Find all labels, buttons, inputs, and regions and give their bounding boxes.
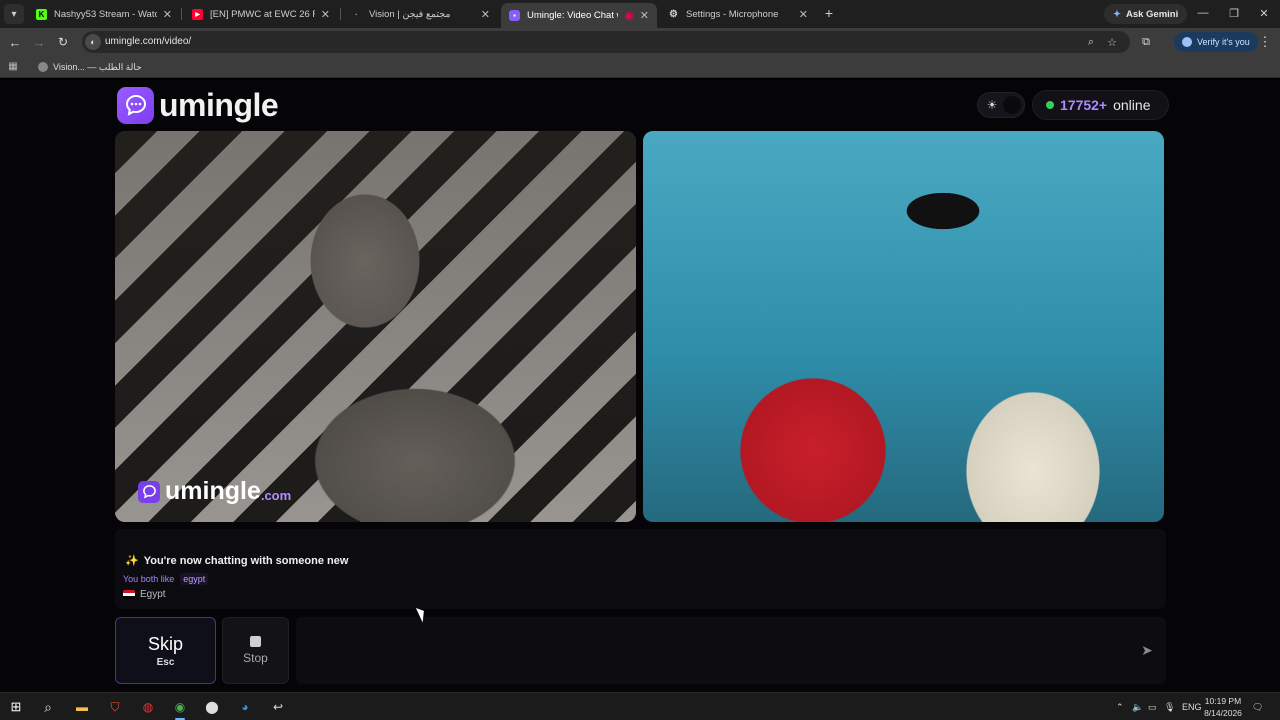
close-window-icon[interactable]: ✕ <box>1254 4 1274 22</box>
bookmark-star-icon[interactable]: ☆ <box>1104 34 1120 50</box>
speaker-icon[interactable]: 🔈 <box>1132 697 1143 717</box>
language-indicator[interactable]: ENG <box>1182 697 1202 717</box>
skip-shortcut: Esc <box>156 656 175 668</box>
umingle-logo[interactable]: umingle <box>117 86 279 124</box>
online-counter: 17752+ online <box>1032 90 1169 120</box>
forward-icon[interactable]: → <box>30 33 48 51</box>
close-tab-icon[interactable]: ✕ <box>321 8 330 21</box>
chrome-icon[interactable]: ◉ <box>170 697 190 720</box>
app-icon[interactable]: ◍ <box>138 697 158 717</box>
bookmark-favicon-icon <box>38 62 48 72</box>
search-icon[interactable]: ⌕ <box>38 697 58 717</box>
shared-interests: You both like egypt <box>123 573 209 585</box>
windows-taskbar: ⊞ ⌕ ▬ ⛉ ◍ ◉ ⬤ ◕ ↩ ⌃ 🔈 ▭ 🎙 ENG 10:19 PM 8… <box>0 692 1280 720</box>
local-video: umingle .com <box>115 131 636 522</box>
ask-gemini-button[interactable]: ✦ Ask Gemini <box>1104 4 1188 24</box>
umingle-icon: ▪ <box>509 10 520 21</box>
zoom-icon[interactable]: ⌕ <box>1083 34 1099 50</box>
tab-nashyy-stream[interactable]: K Nashyy53 Stream - Watch Live ✕ <box>28 3 180 25</box>
gear-icon: ⚙ <box>669 8 678 20</box>
egypt-flag-icon <box>123 590 135 599</box>
gemini-icon: ✦ <box>1113 8 1121 20</box>
clock[interactable]: 10:19 PM 8/14/2026 <box>1200 695 1246 719</box>
online-label: online <box>1113 97 1151 113</box>
profile-icon <box>1182 37 1192 47</box>
toggle-knob <box>1003 96 1021 114</box>
reload-icon[interactable]: ↻ <box>54 33 72 51</box>
browser-tab-strip: ▾ K Nashyy53 Stream - Watch Live ✕ ▶ [EN… <box>0 0 1280 28</box>
file-explorer-icon[interactable]: ▬ <box>72 697 92 717</box>
apps-grid-icon[interactable]: ▦ <box>6 59 20 73</box>
tab-settings-microphone[interactable]: ⚙ Settings - Microphone ✕ <box>660 3 816 25</box>
theme-toggle[interactable]: ☀ <box>977 92 1025 118</box>
online-count: 17752+ <box>1060 97 1108 113</box>
sun-icon: ☀ <box>986 98 998 112</box>
watermark-text: umingle <box>165 477 261 505</box>
bookmark-vision[interactable]: Vision... — حالة الطلب <box>38 59 142 75</box>
tab-search-icon[interactable]: ▾ <box>4 4 24 24</box>
message-input[interactable] <box>296 617 1166 684</box>
brave-icon[interactable]: ⛉ <box>105 697 125 717</box>
browser-toolbar: ← → ↻ ◐ umingle.com/video/ ⌕ ☆ ⧉ Verify … <box>0 28 1280 56</box>
address-bar[interactable]: ◐ umingle.com/video/ ⌕ ☆ <box>82 31 1130 53</box>
skip-button[interactable]: Skip Esc <box>115 617 216 684</box>
remote-video <box>643 131 1164 522</box>
site-info-icon[interactable]: ◐ <box>85 34 101 50</box>
verify-its-you-button[interactable]: Verify it's you <box>1174 32 1258 52</box>
chat-bubble-icon <box>117 86 154 124</box>
vision-icon: · <box>355 9 358 19</box>
umingle-watermark: umingle .com <box>138 477 291 506</box>
logo-text: umingle <box>159 86 279 123</box>
youtube-icon: ▶ <box>192 8 203 20</box>
extensions-icon[interactable]: ⧉ <box>1137 33 1155 51</box>
kick-icon: K <box>36 8 47 20</box>
app-arrow-icon[interactable]: ↩ <box>268 697 288 717</box>
app-blue-icon[interactable]: ◕ <box>235 697 255 717</box>
tab-umingle[interactable]: ▪ Umingle: Video Chat with S ◉ ✕ <box>501 3 657 28</box>
send-icon[interactable]: ➤ <box>1138 641 1156 659</box>
microphone-icon[interactable]: 🎙 <box>1164 697 1175 717</box>
tab-vision[interactable]: · Vision | مجتمع فيجن ✕ <box>343 3 498 25</box>
close-tab-icon[interactable]: ✕ <box>163 8 172 21</box>
close-tab-icon[interactable]: ✕ <box>799 8 808 21</box>
obs-icon[interactable]: ⬤ <box>202 697 222 717</box>
notifications-icon[interactable]: 🗨 <box>1252 697 1263 717</box>
system-message: ✨ You're now chatting with someone new <box>125 554 349 568</box>
url-text: umingle.com/video/ <box>105 36 192 47</box>
close-tab-icon[interactable]: ✕ <box>481 8 490 21</box>
sparkles-icon: ✨ <box>125 555 139 567</box>
new-tab-button[interactable]: + <box>820 4 838 22</box>
restore-icon[interactable]: ❐ <box>1224 4 1244 22</box>
watermark-suffix: .com <box>260 487 292 503</box>
chat-log: ✨ You're now chatting with someone new Y… <box>115 529 1166 609</box>
online-status-icon <box>1046 101 1054 109</box>
tab-pmwc[interactable]: ▶ [EN] PMWC at EWC 26 Finals D ✕ <box>184 3 338 25</box>
tray-chevron-icon[interactable]: ⌃ <box>1116 697 1124 717</box>
more-menu-icon[interactable]: ⋮ <box>1256 33 1274 51</box>
network-icon[interactable]: ▭ <box>1148 697 1157 717</box>
stop-icon <box>250 636 261 647</box>
umingle-page: umingle ☀ 17752+ online umingle .com ✨ Y… <box>0 80 1280 692</box>
close-tab-icon[interactable]: ✕ <box>640 9 649 22</box>
chat-bubble-icon <box>138 480 160 503</box>
recording-icon: ◉ <box>624 10 634 22</box>
stop-button[interactable]: Stop <box>222 617 289 684</box>
back-icon[interactable]: ← <box>6 33 24 51</box>
minimize-icon[interactable]: — <box>1193 4 1213 22</box>
partner-country: Egypt <box>123 589 166 600</box>
interest-tag: egypt <box>180 573 209 585</box>
windows-start-icon[interactable]: ⊞ <box>6 697 26 717</box>
bookmarks-bar: ▦ Vision... — حالة الطلب <box>0 56 1280 78</box>
